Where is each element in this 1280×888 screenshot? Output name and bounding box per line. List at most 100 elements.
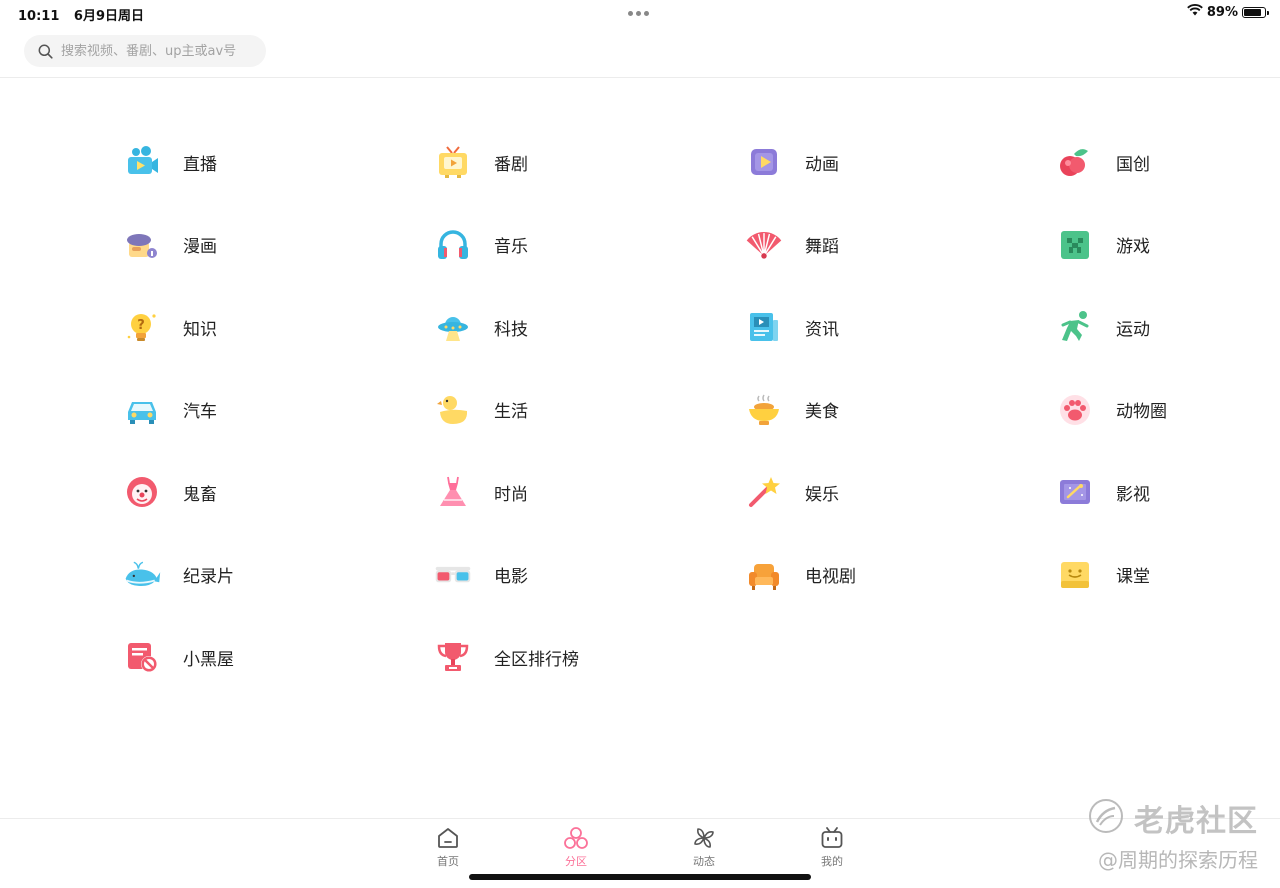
category-label: 游戏 [1116, 237, 1150, 257]
watermark-subtitle: @周期的探索历程 [1098, 848, 1258, 872]
nav-item[interactable]: 首页 [418, 825, 478, 869]
paw-icon [1055, 390, 1095, 430]
battery-percent: 89% [1206, 4, 1238, 20]
film-icon [1055, 472, 1095, 512]
category-item[interactable]: 动物圈 [1055, 384, 1280, 436]
category-label: 运动 [1116, 319, 1150, 340]
status-bar: 10:11 6月9日周日 89% [0, 0, 1280, 26]
fan-icon [744, 225, 784, 265]
ufo-icon [433, 307, 473, 347]
category-item[interactable]: 舞蹈 [744, 219, 1004, 271]
category-item[interactable]: 番剧 [433, 136, 693, 188]
category-item[interactable]: 娱乐 [744, 466, 1004, 518]
clown-icon [122, 472, 162, 512]
category-item[interactable]: 游戏 [1055, 219, 1280, 271]
category-item[interactable]: 直播 [122, 136, 382, 188]
category-item[interactable]: 科技 [433, 301, 693, 353]
runner-icon [1055, 307, 1095, 347]
food-bowl-icon [744, 390, 784, 430]
categories-icon [546, 825, 606, 851]
category-label: 电影 [494, 567, 528, 587]
multitask-dots-icon[interactable] [628, 11, 649, 16]
car-icon [122, 390, 162, 430]
nav-label: 分区 [565, 855, 587, 868]
watermark-title: 老虎社区 [1134, 804, 1258, 839]
category-label: 音乐 [494, 237, 528, 257]
nav-label: 动态 [693, 855, 715, 868]
tv-icon [433, 142, 473, 182]
nav-item[interactable]: 分区 [546, 825, 606, 869]
classroom-icon [1055, 555, 1095, 595]
category-label: 美食 [805, 402, 839, 422]
banned-icon [122, 637, 162, 677]
lightbulb-question-icon: ? [122, 307, 162, 347]
tv-profile-icon [802, 825, 862, 851]
svg-text:?: ? [137, 318, 145, 333]
category-item[interactable]: 资讯 [744, 301, 1004, 353]
status-time: 10:11 [18, 9, 60, 24]
category-label: 课堂 [1116, 567, 1150, 587]
tiger-logo-icon [1088, 798, 1124, 838]
search-bar[interactable] [24, 35, 266, 67]
home-icon [418, 825, 478, 851]
category-label: 舞蹈 [805, 237, 839, 257]
wifi-icon [1187, 4, 1203, 20]
category-item[interactable]: 课堂 [1055, 549, 1280, 601]
category-label: 番剧 [494, 154, 528, 175]
nav-label: 我的 [821, 855, 843, 868]
category-label: 纪录片 [183, 567, 234, 587]
live-camera-icon [122, 142, 162, 182]
dress-icon [433, 472, 473, 512]
headphones-icon [433, 225, 473, 265]
3d-glasses-icon [433, 555, 473, 595]
battery-icon [1242, 6, 1269, 18]
pinwheel-icon [674, 825, 734, 851]
category-item[interactable]: 美食 [744, 384, 1004, 436]
category-label: 国创 [1116, 154, 1150, 175]
category-item[interactable]: ? 知识 [122, 301, 382, 353]
category-item[interactable]: 纪录片 [122, 549, 382, 601]
category-label: 动画 [805, 154, 839, 175]
magic-wand-icon [744, 472, 784, 512]
category-label: 电视剧 [805, 567, 856, 587]
category-item[interactable]: 动画 [744, 136, 1004, 188]
category-label: 全区排行榜 [494, 649, 579, 670]
duck-icon [433, 390, 473, 430]
category-item[interactable]: 时尚 [433, 466, 693, 518]
nav-item[interactable]: 动态 [674, 825, 734, 869]
category-item[interactable]: 汽车 [122, 384, 382, 436]
home-indicator[interactable] [469, 874, 811, 880]
category-label: 漫画 [183, 237, 217, 257]
comic-beret-icon [122, 225, 162, 265]
whale-icon [122, 555, 162, 595]
category-item[interactable]: 全区排行榜 [433, 631, 693, 683]
category-item[interactable]: 影视 [1055, 466, 1280, 518]
category-label: 直播 [183, 154, 217, 175]
category-item[interactable]: 电视剧 [744, 549, 1004, 601]
category-label: 时尚 [494, 484, 528, 505]
category-label: 娱乐 [805, 484, 839, 505]
game-creeper-icon [1055, 225, 1095, 265]
header-divider [0, 77, 1280, 78]
status-date: 6月9日周日 [73, 9, 145, 24]
category-item[interactable]: 国创 [1055, 136, 1280, 188]
trophy-icon [433, 637, 473, 677]
category-item[interactable]: 运动 [1055, 301, 1280, 353]
category-item[interactable]: 小黑屋 [122, 631, 382, 683]
category-item[interactable]: 音乐 [433, 219, 693, 271]
category-item[interactable]: 生活 [433, 384, 693, 436]
category-label: 汽车 [183, 402, 217, 422]
watermark: 老虎社区 @周期的探索历程 [1088, 796, 1258, 873]
category-label: 生活 [494, 402, 528, 422]
category-item[interactable]: 漫画 [122, 219, 382, 271]
newspaper-icon [744, 307, 784, 347]
peach-icon [1055, 142, 1095, 182]
category-label: 小黑屋 [183, 649, 234, 670]
category-label: 鬼畜 [183, 484, 217, 505]
category-item[interactable]: 鬼畜 [122, 466, 382, 518]
sofa-icon [744, 555, 784, 595]
nav-item[interactable]: 我的 [802, 825, 862, 869]
search-input[interactable] [59, 42, 253, 60]
category-item[interactable]: 电影 [433, 549, 693, 601]
nav-label: 首页 [437, 855, 459, 868]
